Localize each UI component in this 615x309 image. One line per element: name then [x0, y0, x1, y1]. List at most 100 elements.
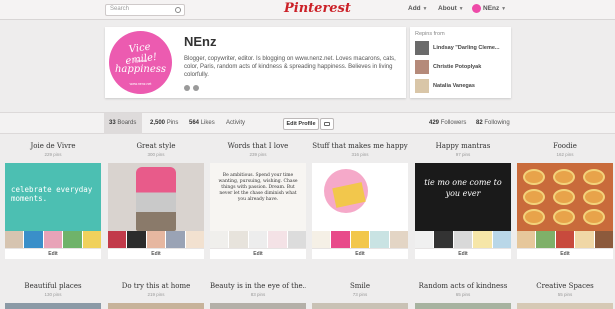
cookie-graphic	[553, 189, 575, 205]
chevron-down-icon: ▼	[501, 6, 507, 12]
board-thumbnails	[210, 231, 307, 248]
board-cover-image[interactable]	[108, 303, 204, 309]
board-edit-button[interactable]: Edit	[210, 248, 306, 259]
board-thumbnail	[370, 231, 389, 248]
board-card[interactable]: Words that I love 239 pins Be ambitious. S…	[210, 142, 307, 260]
search-icon[interactable]	[175, 7, 181, 13]
board-cover-image[interactable]	[312, 163, 408, 231]
board-cover-image[interactable]: tie mo one come to you ever	[415, 163, 511, 231]
repin-person[interactable]: Lindsay "Darling Cleme...	[415, 41, 509, 55]
board-title[interactable]: Words that I love	[210, 142, 306, 150]
pinterest-logo[interactable]: Pinterest	[284, 1, 351, 16]
profile-photo[interactable]: Vice emile! Spread happiness www.nenz.ne…	[109, 31, 172, 94]
board-thumbnail	[5, 231, 24, 248]
board-title[interactable]: Do try this at home	[108, 282, 204, 290]
board-pin-count: 55 pins	[557, 292, 573, 297]
board-pin-count: 239 pins	[249, 152, 267, 157]
user-avatar[interactable]	[472, 4, 481, 13]
tab-pins[interactable]: 2,500 Pins	[145, 113, 183, 134]
cookie-graphic	[553, 169, 575, 185]
globe-icon[interactable]	[184, 85, 190, 91]
board-card[interactable]: Creative Spaces 55 pins	[517, 282, 613, 309]
board-pin-count: 97 pins	[455, 152, 471, 157]
board-card[interactable]: Beautiful places 130 pins	[5, 282, 101, 309]
profile-stats-bar: 33 Boards 2,500 Pins 564 Likes Activity …	[0, 112, 615, 134]
board-card[interactable]: Foodie 162 pins Edit	[517, 142, 614, 260]
boards-label: Boards	[117, 120, 137, 126]
board-card[interactable]: Joie de Vivre 229 pins celebrate everyday …	[5, 142, 102, 260]
repin-avatar	[415, 79, 429, 93]
board-card[interactable]: Beauty is in the eye of the... 83 pins	[210, 282, 306, 309]
tab-boards[interactable]: 33 Boards	[104, 113, 142, 134]
board-cover-image[interactable]	[210, 303, 306, 309]
board-cover-image[interactable]: Be ambitious. Spend your time wanting, p…	[210, 163, 306, 231]
board-thumbnail	[229, 231, 248, 248]
board-card[interactable]: Stuff that makes me happy 316 pins Edit	[312, 142, 409, 260]
board-edit-button[interactable]: Edit	[312, 248, 408, 259]
board-pin-count: 316 pins	[351, 152, 369, 157]
board-pin-count: 219 pins	[147, 292, 165, 297]
board-edit-button[interactable]: Edit	[108, 248, 204, 259]
chevron-down-icon: ▼	[458, 6, 464, 12]
board-title[interactable]: Stuff that makes me happy	[312, 142, 408, 150]
cookie-graphic	[523, 189, 545, 205]
outfit-graphic	[136, 167, 176, 231]
board-card[interactable]: Happy mantras 97 pins tie mo one come to y…	[415, 142, 512, 260]
cookie-graphic	[523, 169, 545, 185]
likes-label: Likes	[200, 120, 215, 126]
board-thumbnail	[415, 231, 434, 248]
user-menu[interactable]: NEnz ▼	[483, 5, 506, 12]
board-pin-count: 162 pins	[556, 152, 574, 157]
board-title[interactable]: Smile	[312, 282, 408, 290]
board-cover-image[interactable]: celebrate everyday moments.	[5, 163, 101, 231]
repin-avatar	[415, 41, 429, 55]
board-thumbnail	[555, 231, 575, 248]
repin-person[interactable]: Natalia Vanegas	[415, 79, 509, 93]
about-menu[interactable]: About ▼	[438, 5, 464, 12]
cover-text: Be ambitious. Spend your time wanting, p…	[218, 173, 298, 202]
board-title[interactable]: Joie de Vivre	[5, 142, 101, 150]
twitter-icon[interactable]	[193, 85, 199, 91]
add-menu[interactable]: Add ▼	[408, 5, 427, 12]
search-input[interactable]: Search	[105, 4, 185, 16]
board-title[interactable]: Beautiful places	[5, 282, 101, 290]
board-title[interactable]: Great style	[108, 142, 204, 150]
board-cover-image[interactable]	[5, 303, 101, 309]
board-title[interactable]: Beauty is in the eye of the...	[210, 282, 306, 290]
tab-following[interactable]: 82 Following	[471, 113, 515, 134]
board-title[interactable]: Foodie	[517, 142, 613, 150]
repin-avatar	[415, 60, 429, 74]
board-thumbnail	[517, 231, 536, 248]
board-edit-button[interactable]: Edit	[517, 248, 613, 259]
likes-count: 564	[189, 120, 200, 126]
settings-button[interactable]	[320, 118, 334, 130]
board-title[interactable]: Happy mantras	[415, 142, 511, 150]
board-cover-image[interactable]	[517, 303, 613, 309]
board-pin-count: 83 pins	[250, 292, 266, 297]
board-card[interactable]: Smile 73 pins	[312, 282, 408, 309]
tab-activity[interactable]: Activity	[221, 113, 250, 134]
board-edit-button[interactable]: Edit	[415, 248, 511, 259]
board-thumbnail	[350, 231, 370, 248]
board-title[interactable]: Random acts of kindness	[415, 282, 511, 290]
tab-likes[interactable]: 564 Likes	[184, 113, 220, 134]
board-cover-image[interactable]	[312, 303, 408, 309]
board-cover-image[interactable]	[415, 303, 511, 309]
board-card[interactable]: Do try this at home 219 pins	[108, 282, 204, 309]
board-thumbnail	[492, 231, 512, 248]
tab-followers[interactable]: 429 Followers	[424, 113, 471, 134]
board-pin-count: 300 pins	[147, 152, 165, 157]
board-edit-button[interactable]: Edit	[5, 248, 101, 259]
pins-count: 2,500	[150, 120, 166, 126]
board-title[interactable]: Creative Spaces	[517, 282, 613, 290]
board-thumbnails	[517, 231, 614, 248]
board-card[interactable]: Great style 300 pins Edit	[108, 142, 205, 260]
board-thumbnail	[108, 231, 127, 248]
board-cover-image[interactable]	[517, 163, 613, 231]
board-card[interactable]: Random acts of kindness 65 pins	[415, 282, 511, 309]
repin-person[interactable]: Christie Potoplyak	[415, 60, 509, 74]
edit-profile-button[interactable]: Edit Profile	[283, 118, 319, 130]
board-cover-image[interactable]	[108, 163, 204, 231]
board-thumbnail	[453, 231, 473, 248]
board-thumbnail	[268, 231, 287, 248]
